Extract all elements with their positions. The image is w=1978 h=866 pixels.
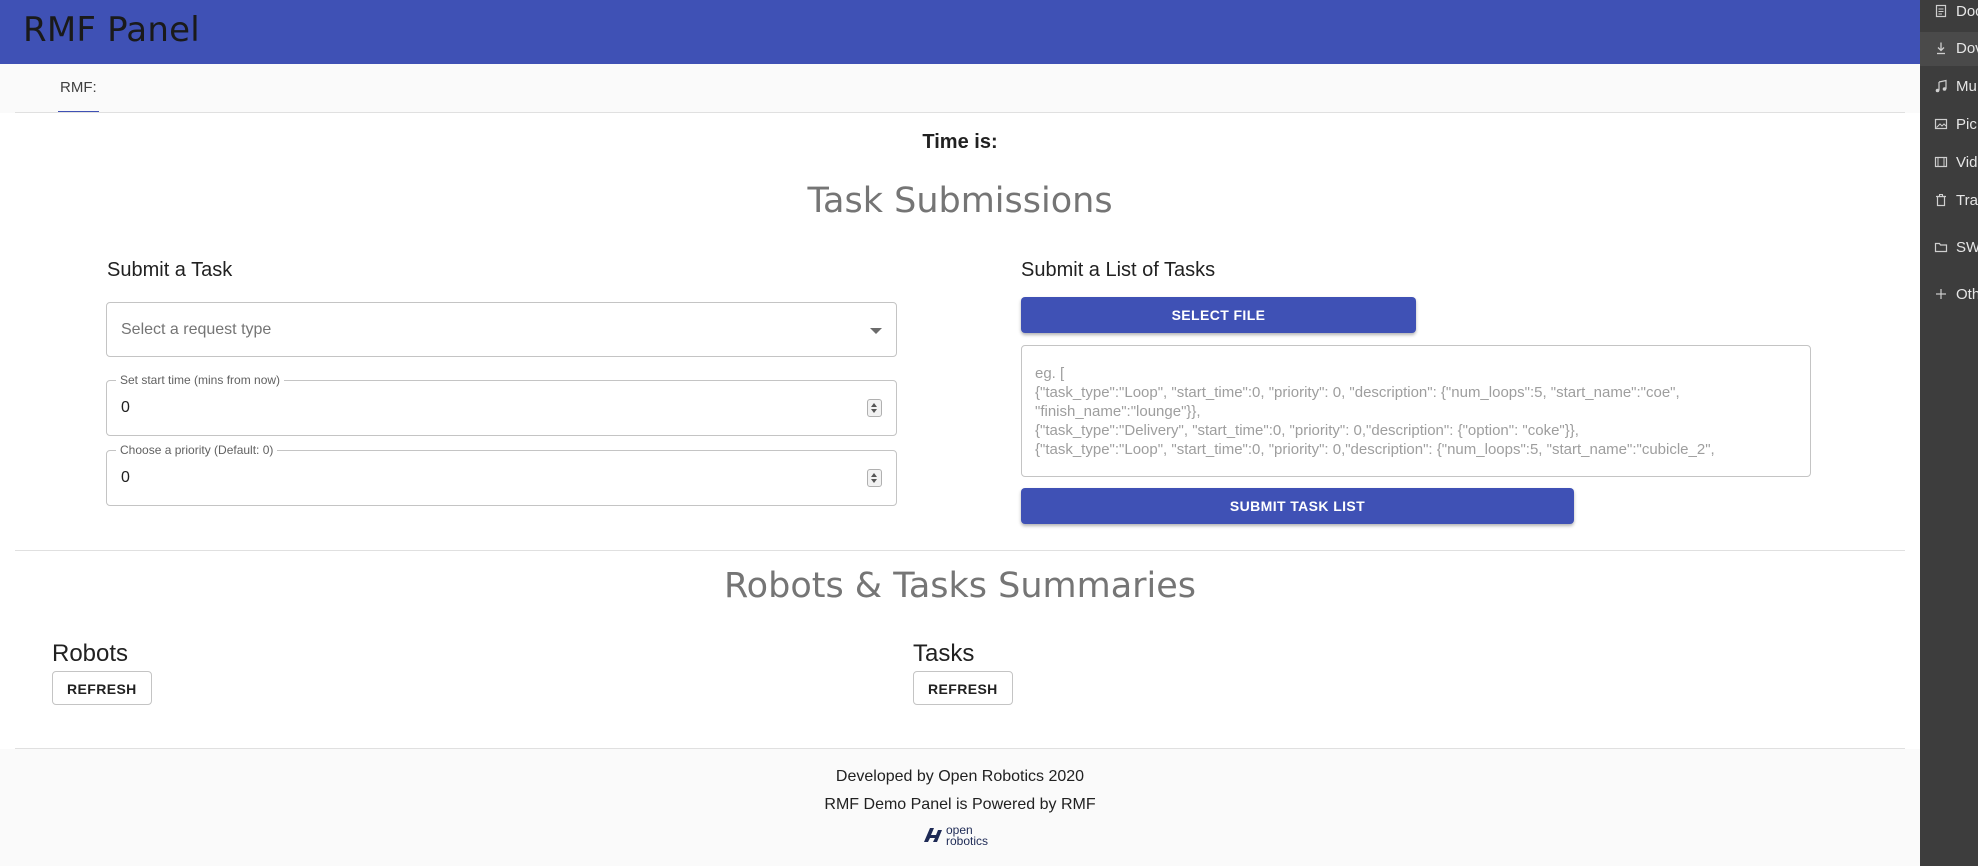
divider: [15, 550, 1905, 551]
placeholder-line: {"task_type":"Delivery", "start_time":0,…: [1035, 422, 1579, 439]
sidebar-item-pictures[interactable]: Pic: [1920, 108, 1978, 142]
document-icon: [1934, 4, 1948, 18]
sidebar-item-music[interactable]: Mu: [1920, 70, 1978, 104]
summaries-title: Robots & Tasks Summaries: [723, 566, 1197, 606]
sidebar-item-label: Dov: [1956, 40, 1978, 57]
tab-bar: RMF:: [0, 64, 1920, 113]
logo-word-robotics: robotics: [946, 834, 989, 848]
divider: [15, 112, 1905, 113]
sidebar-item-videos[interactable]: Vid: [1920, 146, 1978, 180]
start-time-stepper[interactable]: [867, 399, 882, 417]
placeholder-line: {"task_type":"Loop", "start_time":0, "pr…: [1035, 384, 1680, 401]
divider: [15, 748, 1905, 749]
placeholder-line: "finish_name":"lounge"}},: [1035, 403, 1201, 420]
trash-icon: [1934, 193, 1948, 207]
submit-task-list-button[interactable]: SUBMIT TASK LIST: [1021, 488, 1574, 524]
footer-powered-by: RMF Demo Panel is Powered by RMF: [824, 796, 1096, 813]
sidebar-item-label: SW: [1956, 239, 1978, 256]
sidebar-item-label: Pic: [1956, 116, 1977, 133]
app-title: RMF Panel: [23, 10, 200, 50]
sidebar-item-label: Mu: [1956, 78, 1977, 95]
priority-value: 0: [121, 469, 130, 486]
video-icon: [1934, 155, 1948, 169]
tasks-refresh-button[interactable]: REFRESH: [913, 671, 1013, 705]
open-robotics-logo: open robotics: [922, 824, 1000, 848]
submit-task-heading: Submit a Task: [107, 259, 233, 281]
app-bar: RMF Panel: [0, 0, 1920, 64]
sidebar-item-label: Doc: [1956, 3, 1978, 20]
select-file-button[interactable]: SELECT FILE: [1021, 297, 1416, 333]
robots-refresh-button[interactable]: REFRESH: [52, 671, 152, 705]
request-type-select[interactable]: Select a request type: [106, 302, 897, 357]
submit-task-list-heading: Submit a List of Tasks: [1021, 259, 1216, 281]
sidebar-item-other-locations[interactable]: Oth: [1920, 278, 1978, 312]
placeholder-line: eg. [: [1035, 365, 1065, 382]
robots-heading: Robots: [52, 640, 129, 667]
start-time-value: 0: [121, 399, 130, 416]
priority-field[interactable]: Choose a priority (Default: 0) 0: [106, 443, 897, 506]
open-robotics-logo-icon: [924, 828, 942, 842]
request-type-placeholder: Select a request type: [121, 321, 272, 338]
task-list-textarea[interactable]: eg. [ {"task_type":"Loop", "start_time":…: [1021, 345, 1811, 477]
footer-credit: Developed by Open Robotics 2020: [835, 768, 1085, 785]
sidebar-item-trash[interactable]: Tra: [1920, 184, 1978, 218]
sidebar-item-documents[interactable]: Doc: [1920, 0, 1978, 29]
task-submissions-title: Task Submissions: [807, 181, 1113, 221]
picture-icon: [1934, 117, 1948, 131]
folder-icon: [1934, 240, 1948, 254]
music-icon: [1934, 79, 1948, 93]
download-icon: [1934, 41, 1948, 55]
sidebar-item-label: Vid: [1956, 154, 1978, 171]
tasks-heading: Tasks: [913, 640, 975, 667]
start-time-label: Set start time (mins from now): [116, 373, 285, 387]
sidebar-item-label: Oth: [1956, 286, 1978, 303]
time-label: Time is:: [922, 131, 998, 153]
sidebar-item-sw[interactable]: SW: [1920, 231, 1978, 265]
priority-stepper[interactable]: [867, 469, 882, 487]
sidebar-item-label: Tra: [1956, 192, 1978, 209]
priority-label: Choose a priority (Default: 0): [116, 443, 278, 457]
sidebar-item-downloads[interactable]: Dov: [1920, 32, 1978, 66]
placeholder-line: {"task_type":"Loop", "start_time":0, "pr…: [1035, 441, 1715, 458]
start-time-field[interactable]: Set start time (mins from now) 0: [106, 373, 897, 436]
file-browser-sidebar: Doc Dov Mu Pic Vid Tra SW: [1920, 0, 1978, 866]
plus-icon: [1934, 287, 1948, 301]
chevron-down-icon: [870, 328, 882, 334]
tab-rmf[interactable]: RMF:: [58, 64, 99, 113]
